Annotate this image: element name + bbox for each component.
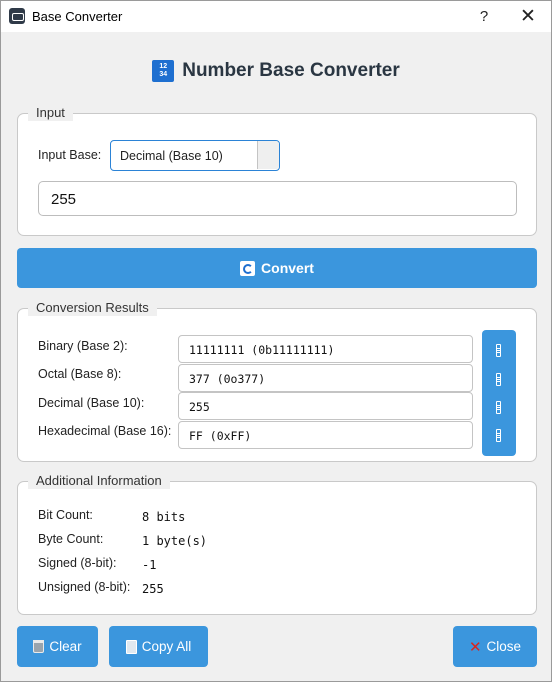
hexadecimal-value: FF (0xFF) [189,429,252,443]
window-title: Base Converter [32,9,123,24]
dropdown-button[interactable] [257,141,279,169]
byte-count-value: 1 byte(s) [142,534,208,548]
additional-info-group: Additional Information Bit Count: 8 bits… [17,473,537,615]
clear-button[interactable]: Clear [17,626,98,667]
hexadecimal-output[interactable]: FF (0xFF) [178,421,473,449]
input-base-selected: Decimal (Base 10) [120,149,223,163]
additional-info-label: Additional Information [28,473,170,489]
number-input[interactable]: 255 [38,181,517,216]
number-base-icon-bottom: 34 [159,71,168,78]
copy-buttons-column[interactable] [482,330,516,456]
close-button[interactable]: ✕ Close [453,626,537,667]
copy-binary-icon[interactable] [496,344,501,357]
trash-icon [33,640,45,653]
signed-value: -1 [142,558,157,572]
copy-all-button-label: Copy All [141,639,192,654]
base-converter-window: Base Converter ? ✕ 12 34 Number Base Con… [0,0,552,682]
byte-count-label: Byte Count: [38,532,104,546]
clear-button-label: Clear [49,639,82,654]
binary-output[interactable]: 11111111 (0b11111111) [178,335,473,363]
hexadecimal-label: Hexadecimal (Base 16): [38,424,172,438]
signed-label: Signed (8-bit): [38,556,117,570]
clipboard-icon [125,639,137,654]
input-group-label: Input [28,105,73,121]
copy-hexadecimal-icon[interactable] [496,429,501,442]
octal-output[interactable]: 377 (0o377) [178,364,473,392]
bit-count-label: Bit Count: [38,508,93,522]
title-bar: Base Converter ? ✕ [1,1,551,32]
decimal-label: Decimal (Base 10): [38,396,145,410]
copy-decimal-icon[interactable] [496,401,501,414]
copy-octal-icon[interactable] [496,373,501,386]
convert-button-label: Convert [261,260,314,276]
conversion-results-group: Conversion Results Binary (Base 2): 1111… [17,300,537,462]
number-input-value: 255 [51,191,77,208]
binary-label: Binary (Base 2): [38,339,128,353]
convert-button[interactable]: Convert [17,248,537,288]
page-title: Number Base Converter [182,60,400,81]
window-close-button[interactable]: ✕ [505,1,551,32]
app-icon [9,8,25,24]
decimal-value: 255 [189,400,210,414]
page-header: 12 34 Number Base Converter [1,56,551,86]
unsigned-value: 255 [142,582,164,596]
number-base-icon: 12 34 [152,60,175,82]
help-button[interactable]: ? [461,1,507,32]
input-base-select[interactable]: Decimal (Base 10) [110,140,280,171]
copy-all-button[interactable]: Copy All [109,626,208,667]
octal-label: Octal (Base 8): [38,367,122,381]
bit-count-value: 8 bits [142,510,186,524]
input-base-label: Input Base: [38,148,102,162]
binary-value: 11111111 (0b11111111) [189,343,335,357]
conversion-results-label: Conversion Results [28,300,157,316]
unsigned-label: Unsigned (8-bit): [38,580,131,594]
refresh-icon [240,260,256,276]
close-icon: ✕ [468,638,482,656]
input-group: Input Input Base: Decimal (Base 10) 255 [17,105,537,236]
decimal-output[interactable]: 255 [178,392,473,420]
octal-value: 377 (0o377) [189,372,266,386]
close-button-label: Close [486,639,522,654]
number-base-icon-top: 12 [159,63,168,70]
